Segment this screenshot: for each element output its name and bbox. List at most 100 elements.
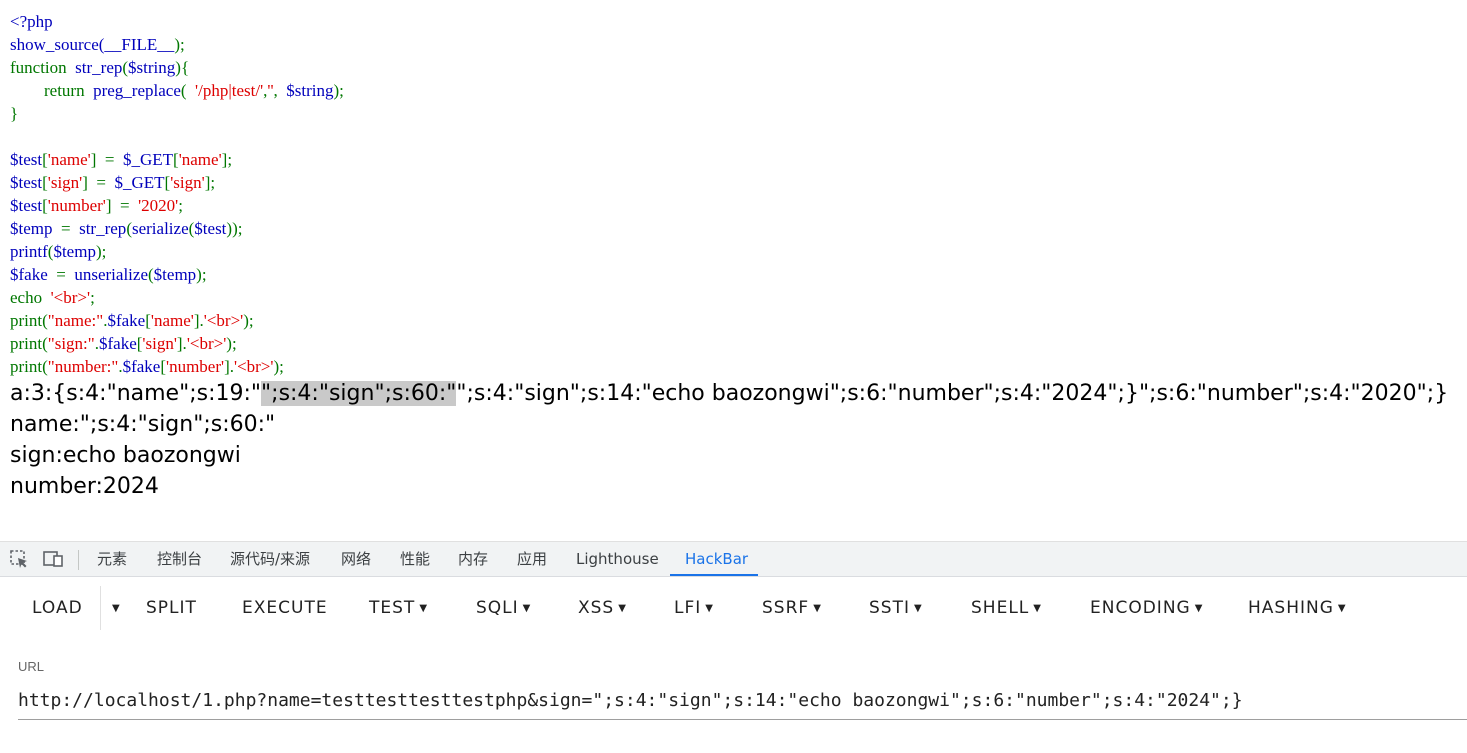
split-button[interactable]: SPLIT [146, 578, 197, 638]
code-token: ){ [175, 58, 190, 77]
load-dropdown-button[interactable]: ▼ [108, 578, 121, 638]
sign-output-line: sign:echo baozongwi [10, 443, 241, 468]
code-token: <?php [10, 12, 53, 31]
tab-sources[interactable]: 源代码/来源 [230, 542, 310, 576]
caret-down-icon: ▼ [618, 603, 627, 614]
code-token: $_GET [114, 173, 165, 192]
code-line: $temp = str_rep(serialize($test)); [10, 217, 344, 240]
code-token: $fake [10, 265, 48, 284]
load-split-divider [100, 586, 101, 630]
code-token: ]. [224, 357, 234, 376]
encoding-menu-button[interactable]: ENCODING ▼ [1090, 578, 1203, 638]
tab-application[interactable]: 应用 [517, 542, 547, 576]
code-token: = [47, 265, 75, 284]
shell-menu-button[interactable]: SHELL ▼ [971, 578, 1042, 638]
sqli-menu-button[interactable]: SQLI ▼ [476, 578, 531, 638]
code-line: function str_rep($string){ [10, 56, 344, 79]
url-input[interactable] [18, 684, 1466, 716]
hashing-menu-label: HASHING [1248, 598, 1334, 618]
serialized-text-before: a:3:{s:4:"name";s:19:" [10, 381, 262, 406]
selected-text: ";s:4:"sign";s:60:" [261, 381, 457, 406]
ssrf-menu-button[interactable]: SSRF ▼ [762, 578, 822, 638]
ssti-menu-label: SSTI [869, 598, 910, 618]
number-output-line: number:2024 [10, 474, 159, 499]
hashing-menu-button[interactable]: HASHING ▼ [1248, 578, 1347, 638]
inspect-element-icon[interactable] [8, 548, 30, 570]
code-token: str_rep [75, 58, 123, 77]
load-button-label: LOAD [32, 598, 83, 618]
toolbar-divider [78, 550, 79, 570]
code-token: echo [10, 288, 51, 307]
test-menu-label: TEST [369, 598, 416, 618]
load-button[interactable]: LOAD [32, 578, 83, 638]
code-token: ]; [221, 150, 233, 169]
code-line: return preg_replace( '/php|test/','', $s… [10, 79, 344, 102]
device-toolbar-icon[interactable] [42, 548, 64, 570]
code-token: $string [128, 58, 176, 77]
code-token: $fake [122, 357, 161, 376]
tab-memory[interactable]: 内存 [458, 542, 488, 576]
ssti-menu-button[interactable]: SSTI ▼ [869, 578, 923, 638]
devtools-tab-bar: 元素 控制台 源代码/来源 网络 性能 内存 应用 Lighthouse Hac… [0, 541, 1467, 577]
caret-down-icon: ▼ [522, 603, 532, 614]
xss-menu-button[interactable]: XSS ▼ [578, 578, 627, 638]
code-token: print [10, 334, 43, 353]
code-token: ); [174, 35, 185, 54]
code-line: print("number:".$fake['number'].'<br>'); [10, 355, 344, 378]
execute-button[interactable]: EXECUTE [242, 578, 328, 638]
code-token: )); [226, 219, 243, 238]
tab-elements[interactable]: 元素 [97, 542, 127, 576]
caret-down-icon: ▼ [1337, 603, 1347, 614]
code-token: ] = [90, 150, 123, 169]
code-line: print("sign:".$fake['sign'].'<br>'); [10, 332, 344, 355]
code-token: $test [194, 219, 227, 238]
code-token: function [10, 58, 76, 77]
tab-console[interactable]: 控制台 [157, 542, 202, 576]
code-token: } [10, 104, 19, 123]
code-token: 'sign' [170, 173, 205, 192]
code-token: 'name' [178, 150, 222, 169]
code-token: 'sign' [47, 173, 83, 192]
code-token: ; [90, 288, 95, 307]
php-source-code: <?php show_source(__FILE__); function str_… [10, 10, 344, 378]
caret-down-icon: ▼ [112, 603, 121, 614]
code-token: ); [226, 334, 237, 353]
active-tab-indicator [670, 574, 758, 576]
tab-lighthouse[interactable]: Lighthouse [576, 542, 659, 576]
tab-network[interactable]: 网络 [341, 542, 371, 576]
tab-performance[interactable]: 性能 [400, 542, 430, 576]
caret-down-icon: ▼ [813, 603, 822, 614]
code-token: $fake [107, 311, 146, 330]
code-token: ] = [82, 173, 115, 192]
code-token: ]; [204, 173, 216, 192]
code-line: $test['number'] = '2020'; [10, 194, 344, 217]
code-token: '<br>' [203, 311, 244, 330]
encoding-menu-label: ENCODING [1090, 598, 1191, 618]
code-token: serialize [131, 219, 189, 238]
hackbar-toolbar: LOAD ▼ SPLIT EXECUTE TEST ▼ SQLI ▼ XSS ▼ LF… [0, 578, 1467, 640]
code-line: print("name:".$fake['name'].'<br>'); [10, 309, 344, 332]
code-line: echo '<br>'; [10, 286, 344, 309]
code-line: } [10, 102, 344, 125]
code-line: <?php [10, 10, 344, 33]
code-token: show_source( [10, 35, 105, 54]
tab-hackbar[interactable]: HackBar [685, 542, 748, 576]
split-button-label: SPLIT [146, 598, 197, 618]
code-line: $test['name'] = $_GET['name']; [10, 148, 344, 171]
shell-menu-label: SHELL [971, 598, 1030, 618]
code-token: 'sign' [142, 334, 177, 353]
ssrf-menu-label: SSRF [762, 598, 810, 618]
code-token: "name:" [47, 311, 104, 330]
code-token: $string [286, 81, 334, 100]
code-line: $fake = unserialize($temp); [10, 263, 344, 286]
test-menu-button[interactable]: TEST ▼ [369, 578, 428, 638]
code-token: ); [273, 357, 284, 376]
code-token: ( [180, 81, 196, 100]
code-token: ; [178, 196, 183, 215]
name-output-line: name:";s:4:"sign";s:60:" [10, 412, 276, 437]
code-token: ); [196, 265, 207, 284]
lfi-menu-button[interactable]: LFI ▼ [674, 578, 714, 638]
code-token: "sign:" [47, 334, 95, 353]
code-line: $test['sign'] = $_GET['sign']; [10, 171, 344, 194]
code-token: = [52, 219, 80, 238]
